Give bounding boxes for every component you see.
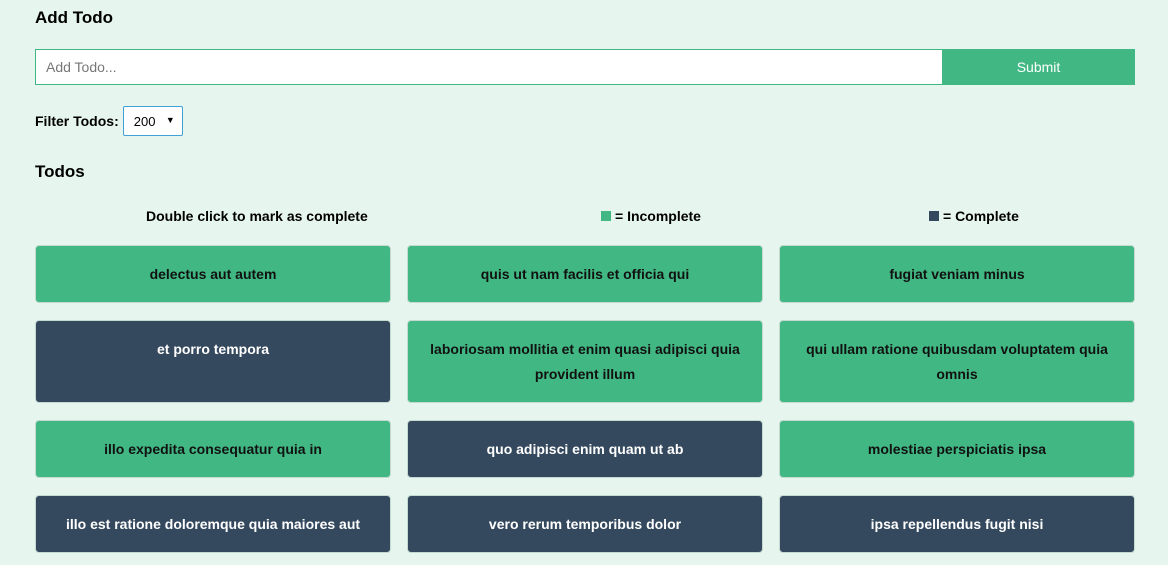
todo-item[interactable]: illo est ratione doloremque quia maiores…	[35, 495, 391, 553]
todo-title: fugiat veniam minus	[889, 266, 1025, 282]
complete-swatch-icon	[929, 211, 939, 221]
todo-item[interactable]: laboriosam mollitia et enim quasi adipis…	[407, 320, 763, 403]
filter-row: Filter Todos: 200 ▼	[35, 106, 183, 136]
todo-title: illo expedita consequatur quia in	[104, 441, 322, 457]
todo-title: et porro tempora	[156, 341, 269, 357]
legend-hint: Double click to mark as complete	[146, 208, 368, 224]
add-todo-form: Submit	[35, 49, 1135, 85]
todo-title: molestiae perspiciatis ipsa	[867, 441, 1047, 457]
todo-title: laboriosam mollitia et enim quasi adipis…	[430, 341, 740, 382]
chevron-down-icon: ▼	[165, 115, 175, 125]
todos-heading: Todos	[35, 162, 85, 181]
filter-label: Filter Todos:	[35, 113, 119, 129]
incomplete-swatch-icon	[601, 211, 611, 221]
todo-title: quis ut nam facilis et officia qui	[480, 266, 690, 282]
todo-title: illo est ratione doloremque quia maiores…	[65, 516, 361, 532]
todo-item[interactable]: fugiat veniam minus	[779, 245, 1135, 303]
add-todo-input[interactable]	[35, 49, 942, 85]
todo-item[interactable]: et porro tempora	[35, 320, 391, 403]
todo-title: vero rerum temporibus dolor	[488, 516, 682, 532]
todo-title: qui ullam ratione quibusdam voluptatem q…	[806, 341, 1108, 382]
todo-item[interactable]: quo adipisci enim quam ut ab	[407, 420, 763, 478]
todo-title: delectus aut autem	[149, 266, 277, 282]
todo-item[interactable]: quis ut nam facilis et officia qui	[407, 245, 763, 303]
todo-item[interactable]: delectus aut autem	[35, 245, 391, 303]
filter-select[interactable]: 200 ▼	[122, 106, 183, 136]
todo-title: quo adipisci enim quam ut ab	[486, 441, 684, 457]
legend-incomplete-label: = Incomplete	[615, 208, 701, 224]
todo-item[interactable]: illo expedita consequatur quia in	[35, 420, 391, 478]
todo-item[interactable]: qui ullam ratione quibusdam voluptatem q…	[779, 320, 1135, 403]
todo-item[interactable]: vero rerum temporibus dolor	[407, 495, 763, 553]
todo-item[interactable]: ipsa repellendus fugit nisi	[779, 495, 1135, 553]
legend-incomplete: = Incomplete	[601, 208, 701, 224]
legend-complete-label: = Complete	[943, 208, 1019, 224]
filter-selected-value: 200	[133, 113, 156, 129]
legend: Double click to mark as complete = Incom…	[35, 208, 1135, 226]
submit-button[interactable]: Submit	[942, 49, 1135, 85]
legend-complete: = Complete	[929, 208, 1019, 224]
add-todo-heading: Add Todo	[35, 8, 114, 27]
todo-title: ipsa repellendus fugit nisi	[870, 516, 1044, 532]
todo-item[interactable]: molestiae perspiciatis ipsa	[779, 420, 1135, 478]
